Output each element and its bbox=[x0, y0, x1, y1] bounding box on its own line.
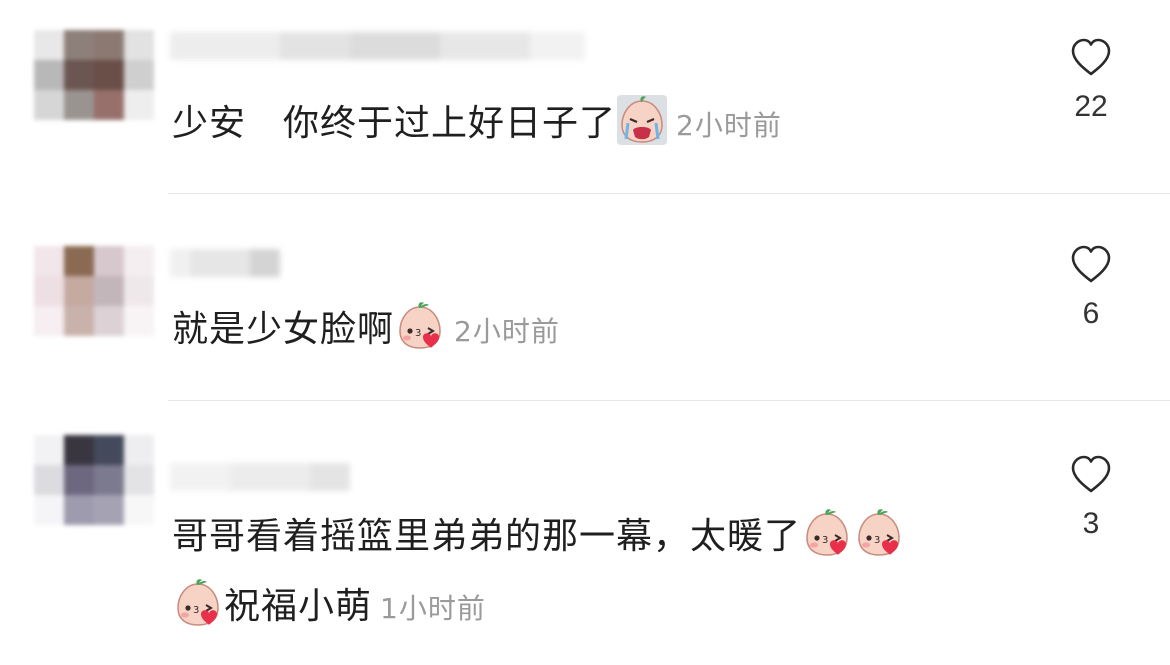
like-count: 6 bbox=[1082, 297, 1100, 330]
comment-time: 2小时前 bbox=[676, 109, 782, 142]
like-count: 3 bbox=[1082, 507, 1100, 540]
comment-body: 祝福小萌 bbox=[224, 586, 373, 627]
like-button[interactable]: 6 bbox=[1055, 241, 1127, 331]
blowing-kiss-icon bbox=[806, 508, 849, 556]
like-button[interactable]: 3 bbox=[1055, 451, 1127, 541]
comment-time: 1小时前 bbox=[380, 592, 486, 625]
avatar[interactable] bbox=[34, 30, 154, 120]
comment-time: 2小时前 bbox=[454, 315, 560, 348]
heart-icon[interactable] bbox=[1067, 241, 1115, 287]
comment-text-line2: 祝福小萌 1小时前 bbox=[172, 577, 486, 639]
crying-face-icon bbox=[617, 95, 668, 145]
comment-text-line1: 哥哥看着摇篮里弟弟的那一幕，太暖了 bbox=[172, 507, 905, 567]
comment-text: 少安 你终于过上好日子了 2小时前 bbox=[172, 94, 782, 156]
like-button[interactable]: 22 bbox=[1055, 34, 1127, 124]
comment-item: 就是少女脸啊 2小时前 6 bbox=[0, 194, 1170, 400]
username-blurred[interactable] bbox=[170, 32, 585, 60]
heart-icon[interactable] bbox=[1067, 34, 1115, 80]
blowing-kiss-icon bbox=[858, 508, 901, 556]
comment-text: 就是少女脸啊 2小时前 bbox=[172, 300, 560, 362]
avatar[interactable] bbox=[34, 246, 154, 336]
comment-item: 哥哥看着摇篮里弟弟的那一幕，太暖了 祝福小萌 1小时前 3 bbox=[0, 401, 1170, 665]
username-blurred[interactable] bbox=[170, 463, 350, 491]
like-count: 22 bbox=[1074, 90, 1108, 123]
username-blurred[interactable] bbox=[170, 249, 280, 277]
comment-item: 少安 你终于过上好日子了 2小时前 22 bbox=[0, 0, 1170, 193]
comment-body: 少安 你终于过上好日子了 bbox=[172, 103, 617, 144]
blowing-kiss-icon bbox=[177, 578, 219, 626]
blowing-kiss-icon bbox=[399, 301, 442, 349]
comment-body: 哥哥看着摇篮里弟弟的那一幕，太暖了 bbox=[172, 516, 802, 557]
comment-body: 就是少女脸啊 bbox=[172, 309, 395, 350]
avatar[interactable] bbox=[34, 435, 154, 525]
heart-icon[interactable] bbox=[1067, 451, 1115, 497]
